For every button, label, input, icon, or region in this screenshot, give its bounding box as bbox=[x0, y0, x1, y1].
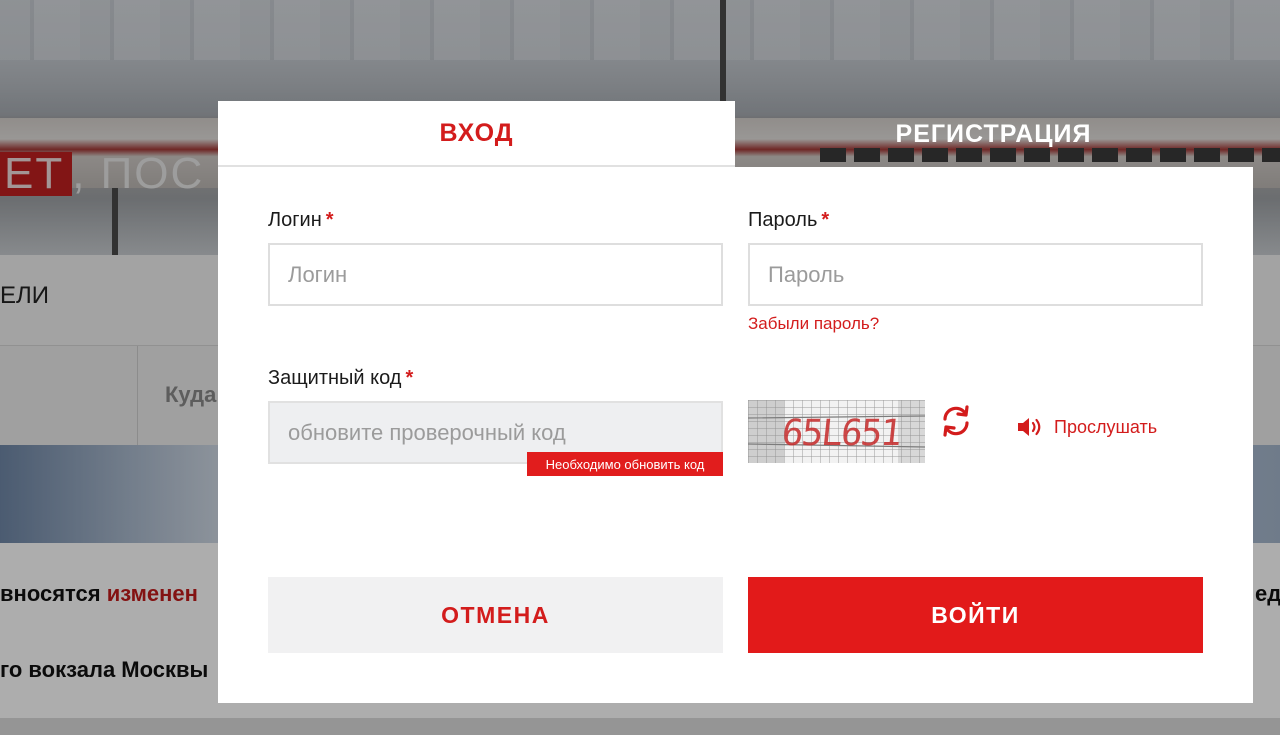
login-label: Логин * bbox=[268, 209, 334, 232]
security-code-label-text: Защитный код bbox=[268, 367, 402, 389]
listen-label: Прослушать bbox=[1054, 416, 1158, 437]
speaker-icon bbox=[1018, 418, 1041, 436]
login-button[interactable]: ВОЙТИ bbox=[748, 577, 1203, 653]
login-label-text: Логин bbox=[268, 209, 322, 231]
password-label-text: Пароль bbox=[748, 209, 818, 231]
required-mark: * bbox=[405, 367, 414, 389]
security-code-label: Защитный код * bbox=[268, 367, 413, 390]
captcha-image: 65L651 bbox=[748, 400, 925, 463]
tab-register[interactable]: РЕГИСТРАЦИЯ bbox=[735, 101, 1252, 167]
password-label: Пароль * bbox=[748, 209, 829, 232]
refresh-icon[interactable] bbox=[938, 403, 974, 439]
required-mark: * bbox=[821, 209, 830, 231]
captcha-text: 65L651 bbox=[779, 413, 903, 454]
refresh-icon-svg bbox=[943, 405, 969, 437]
listen-button[interactable]: Прослушать bbox=[1016, 416, 1157, 438]
cancel-button[interactable]: ОТМЕНА bbox=[268, 577, 723, 653]
auth-tabs: ВХОД РЕГИСТРАЦИЯ bbox=[218, 101, 1253, 167]
tab-login[interactable]: ВХОД bbox=[218, 101, 735, 167]
forgot-password-link[interactable]: Забыли пароль? bbox=[748, 314, 879, 334]
login-input[interactable] bbox=[268, 243, 723, 306]
password-input[interactable] bbox=[748, 243, 1203, 306]
required-mark: * bbox=[325, 209, 334, 231]
login-modal: Логин* Пароль* Забыли пароль? Защитный к… bbox=[218, 167, 1253, 703]
security-code-error: Необходимо обновить код bbox=[527, 452, 723, 476]
